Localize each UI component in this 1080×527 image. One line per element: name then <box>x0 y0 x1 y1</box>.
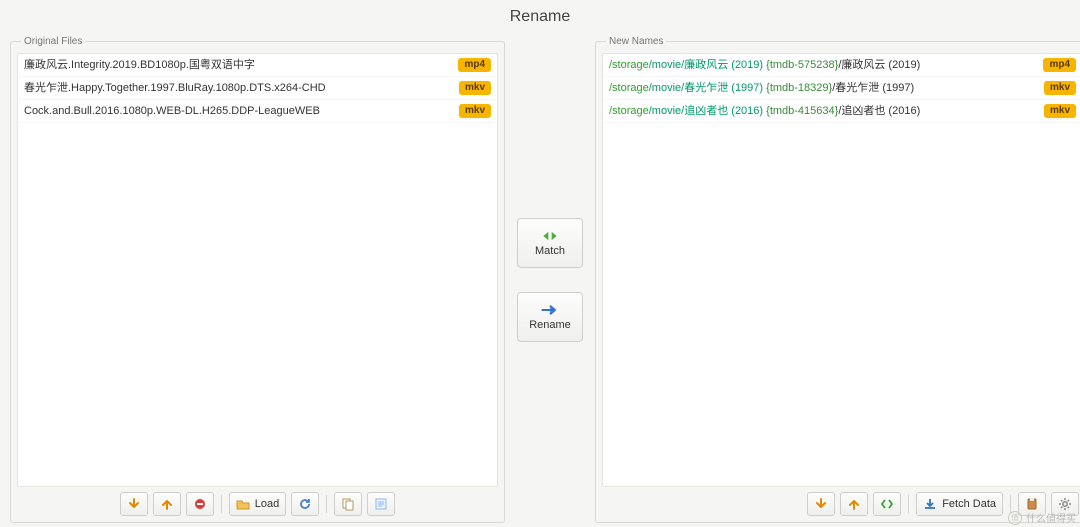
match-icon <box>540 229 560 243</box>
rename-arrow-icon <box>540 303 560 317</box>
fetch-data-button[interactable]: Fetch Data <box>916 492 1003 516</box>
original-files-list[interactable]: 廉政风云.Integrity.2019.BD1080p.国粤双语中字 mp4 春… <box>17 53 498 487</box>
arrow-up-icon <box>847 497 861 511</box>
list-item[interactable]: 廉政风云.Integrity.2019.BD1080p.国粤双语中字 mp4 <box>18 54 497 77</box>
move-up-button[interactable] <box>153 492 181 516</box>
ext-badge: mkv <box>459 104 491 118</box>
list-item[interactable]: 春光乍泄.Happy.Together.1997.BluRay.1080p.DT… <box>18 77 497 100</box>
original-files-panel: Original Files 廉政风云.Integrity.2019.BD108… <box>10 36 505 523</box>
original-files-legend: Original Files <box>21 36 85 47</box>
file-name: 春光乍泄.Happy.Together.1997.BluRay.1080p.DT… <box>24 80 453 96</box>
list-item[interactable]: /storage/movie/廉政风云 (2019) {tmdb-575238}… <box>603 54 1080 77</box>
ext-badge: mkv <box>1044 104 1076 118</box>
separator <box>221 495 222 513</box>
list-item[interactable]: Cock.and.Bull.2016.1080p.WEB-DL.H265.DDP… <box>18 100 497 123</box>
gear-icon <box>1058 497 1072 511</box>
swap-button[interactable] <box>873 492 901 516</box>
load-label: Load <box>255 498 279 510</box>
ext-badge: mkv <box>459 81 491 95</box>
ext-badge: mkv <box>1044 81 1076 95</box>
window-title: Rename <box>0 0 1080 36</box>
ext-badge: mp4 <box>1043 58 1076 72</box>
refresh-icon <box>298 497 312 511</box>
separator <box>1010 495 1011 513</box>
rename-button[interactable]: Rename <box>517 292 583 342</box>
download-icon <box>923 497 937 511</box>
ext-badge: mp4 <box>458 58 491 72</box>
new-name: /storage/movie/春光乍泄 (1997) {tmdb-18329}/… <box>609 80 1038 96</box>
edit-button[interactable] <box>367 492 395 516</box>
folder-icon <box>236 497 250 511</box>
list-item[interactable]: /storage/movie/春光乍泄 (1997) {tmdb-18329}/… <box>603 77 1080 100</box>
stop-icon <box>193 497 207 511</box>
new-names-list[interactable]: /storage/movie/廉政风云 (2019) {tmdb-575238}… <box>602 53 1080 487</box>
new-name: /storage/movie/廉政风云 (2019) {tmdb-575238}… <box>609 57 1037 73</box>
arrow-down-icon <box>127 497 141 511</box>
separator <box>326 495 327 513</box>
new-names-panel: New Names /storage/movie/廉政风云 (2019) {tm… <box>595 36 1080 523</box>
move-up-button[interactable] <box>840 492 868 516</box>
file-name: 廉政风云.Integrity.2019.BD1080p.国粤双语中字 <box>24 57 452 73</box>
swap-icon <box>880 497 894 511</box>
note-icon <box>374 497 388 511</box>
new-name: /storage/movie/追凶者也 (2016) {tmdb-415634}… <box>609 103 1038 119</box>
new-names-toolbar: Fetch Data <box>602 487 1080 518</box>
arrow-up-icon <box>160 497 174 511</box>
new-names-legend: New Names <box>606 36 666 47</box>
settings-button[interactable] <box>1051 492 1079 516</box>
match-label: Match <box>535 245 565 257</box>
clipboard-icon <box>1025 497 1039 511</box>
remove-button[interactable] <box>186 492 214 516</box>
rename-label: Rename <box>529 319 571 331</box>
list-item[interactable]: /storage/movie/追凶者也 (2016) {tmdb-415634}… <box>603 100 1080 123</box>
file-name: Cock.and.Bull.2016.1080p.WEB-DL.H265.DDP… <box>24 103 453 119</box>
main-area: Original Files 廉政风云.Integrity.2019.BD108… <box>0 36 1080 523</box>
refresh-button[interactable] <box>291 492 319 516</box>
fetch-label: Fetch Data <box>942 498 996 510</box>
separator <box>908 495 909 513</box>
match-button[interactable]: Match <box>517 218 583 268</box>
move-down-button[interactable] <box>807 492 835 516</box>
copy-button[interactable] <box>334 492 362 516</box>
arrow-down-icon <box>814 497 828 511</box>
copy-icon <box>341 497 355 511</box>
load-button[interactable]: Load <box>229 492 286 516</box>
clipboard-button[interactable] <box>1018 492 1046 516</box>
center-column: Match Rename <box>505 36 595 523</box>
move-down-button[interactable] <box>120 492 148 516</box>
original-toolbar: Load <box>17 487 498 518</box>
